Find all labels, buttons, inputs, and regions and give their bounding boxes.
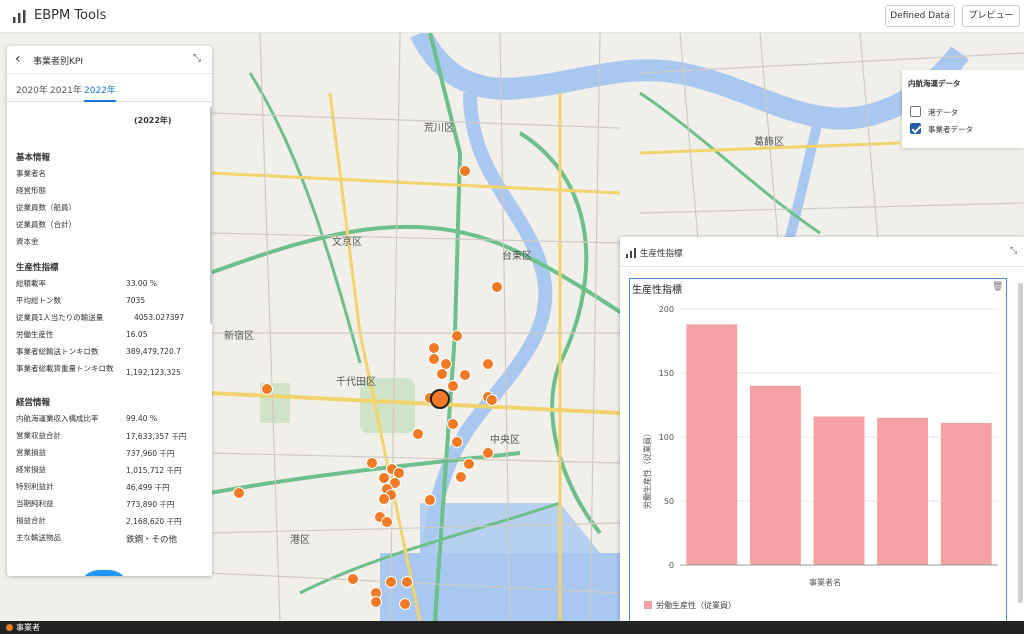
tab-2020[interactable]: 2020年: [16, 83, 48, 100]
kpi-value: 737,960 千円: [126, 449, 175, 458]
bottom-label: 事業者: [16, 623, 40, 632]
y-axis-label: 労働生産性（従業員）: [642, 429, 652, 509]
kpi-value: 33.00 %: [126, 279, 157, 288]
layer-item-label: 港データ: [928, 108, 958, 117]
top-bar: EBPM Tools Defined Data プレビュー: [0, 0, 1024, 33]
chart-bar[interactable]: [877, 417, 929, 565]
chart-bar[interactable]: [749, 385, 801, 565]
kpi-value: 17,633,357 千円: [126, 432, 187, 441]
kpi-value: 389,479,720.7: [126, 347, 181, 356]
kpi-panel: ‹ 事業者別KPI ⤡ 2020年 2021年 2022年 (2022年) 基本…: [7, 46, 212, 576]
kpi-value: 2,168,620 千円: [126, 517, 182, 526]
section-basic-title: 基本情報: [16, 153, 51, 163]
collapse-icon[interactable]: ⤡: [193, 53, 201, 64]
bar-chart: 0 50 100 150 200 労働生産性（従業員） 事業者名 労働生産性（従業員）: [642, 305, 998, 610]
chart-panel-header: 生産性指標 ⤡: [620, 237, 1024, 267]
kpi-value: 4053.027397: [134, 313, 185, 322]
back-icon[interactable]: ‹: [15, 51, 21, 67]
kpi-key: 経営形態: [16, 186, 46, 195]
y-tick-label: 100: [659, 433, 674, 442]
year-tabs: 2020年 2021年 2022年: [7, 80, 212, 102]
kpi-key: 事業者総輸送トンキロ数: [16, 347, 99, 356]
legend-label: 労働生産性（従業員）: [656, 600, 736, 610]
section-productivity-title: 生産性指標: [16, 263, 59, 273]
district-label: 中央区: [490, 435, 520, 446]
bar-chart-icon: [13, 10, 26, 23]
bar-chart-icon: [626, 248, 636, 258]
kpi-key: 内航海運業収入構成比率: [16, 414, 99, 423]
kpi-key: 資本金: [16, 237, 39, 246]
tab-2022[interactable]: 2022年: [84, 83, 116, 102]
tab-2021[interactable]: 2021年: [50, 83, 82, 100]
kpi-key: 事業者名: [16, 169, 46, 178]
kpi-key: 従業員数（合計）: [16, 220, 76, 229]
kpi-key: 当期純利益: [16, 499, 54, 508]
bottom-bar: 事業者: [0, 621, 1024, 634]
district-label: 港区: [290, 535, 310, 546]
kpi-value: 99.40 %: [126, 414, 157, 423]
chart-panel-title: 生産性指標: [640, 249, 683, 259]
chart-bar[interactable]: [813, 416, 865, 565]
y-tick-label: 150: [659, 369, 674, 378]
district-label: 台東区: [502, 251, 532, 262]
year-header: (2022年): [134, 116, 172, 125]
kpi-key: 主な輸送物品: [16, 533, 61, 542]
layer-panel-title: 内航海運データ: [908, 79, 961, 88]
kpi-header: ‹ 事業者別KPI ⤡: [7, 46, 212, 74]
chart-frame: 生産性指標 🗑 0 50 100 150 200 労働生産性（従業員） 事業者名 労働生…: [629, 278, 1007, 621]
kpi-key: 平均総トン数: [16, 296, 61, 305]
defined-data-button[interactable]: Defined Data: [885, 5, 955, 27]
chart-scrollbar[interactable]: [1018, 283, 1023, 603]
kpi-value: 46,499 千円: [126, 483, 170, 492]
floating-action-button[interactable]: [79, 570, 129, 576]
kpi-key: 営業損益: [16, 448, 46, 457]
y-tick-label: 50: [664, 497, 674, 506]
kpi-key: 営業収益合計: [16, 431, 61, 440]
kpi-key: 特別利益計: [16, 482, 54, 491]
kpi-value: 16.05: [126, 330, 148, 339]
layer-panel: 内航海運データ 港データ 事業者データ: [902, 70, 1024, 148]
legend-dot-icon: [6, 624, 13, 631]
section-management-title: 経営情報: [16, 398, 51, 408]
port-checkbox[interactable]: [910, 106, 921, 117]
legend-swatch: [644, 601, 652, 609]
kpi-key: 経常損益: [16, 465, 46, 474]
kpi-key: 事業者総載貨重量トンキロ数: [16, 364, 114, 373]
kpi-scrollbar[interactable]: [210, 106, 212, 324]
chart-bar[interactable]: [940, 422, 992, 565]
kpi-value: 7035: [126, 296, 146, 305]
y-tick-label: 200: [659, 305, 674, 314]
kpi-value: 1,015,712 千円: [126, 466, 182, 475]
district-label: 文京区: [332, 237, 362, 248]
collapse-icon[interactable]: ⤡: [1010, 246, 1017, 256]
kpi-title: 事業者別KPI: [33, 57, 83, 67]
district-label: 千代田区: [336, 377, 376, 388]
kpi-key: 損益合計: [16, 516, 46, 525]
y-tick-label: 0: [669, 561, 674, 570]
preview-button[interactable]: プレビュー: [962, 5, 1020, 27]
app-title: EBPM Tools: [34, 8, 107, 23]
kpi-key: 総積載率: [16, 279, 46, 288]
chart-panel: 生産性指標 ⤡ 生産性指標 🗑 0 50 100 150 200 労働生産性（従業員） …: [620, 237, 1024, 621]
kpi-key: 従業員数（船員）: [16, 203, 76, 212]
chart-bar[interactable]: [686, 324, 738, 565]
kpi-value: 773,890 千円: [126, 500, 175, 509]
kpi-value: 鉄鋼・その他: [126, 535, 178, 545]
operator-checkbox[interactable]: [910, 123, 921, 134]
district-label: 葛飾区: [754, 137, 784, 148]
layer-item-label: 事業者データ: [928, 125, 973, 134]
kpi-key: 労働生産性: [16, 330, 54, 339]
kpi-key: 従業員1人当たりの輸送量: [16, 313, 104, 322]
district-label: 荒川区: [424, 123, 454, 134]
district-label: 新宿区: [224, 331, 254, 342]
kpi-value: 1,192,123,325: [126, 368, 181, 377]
x-axis-label: 事業者名: [809, 577, 841, 587]
